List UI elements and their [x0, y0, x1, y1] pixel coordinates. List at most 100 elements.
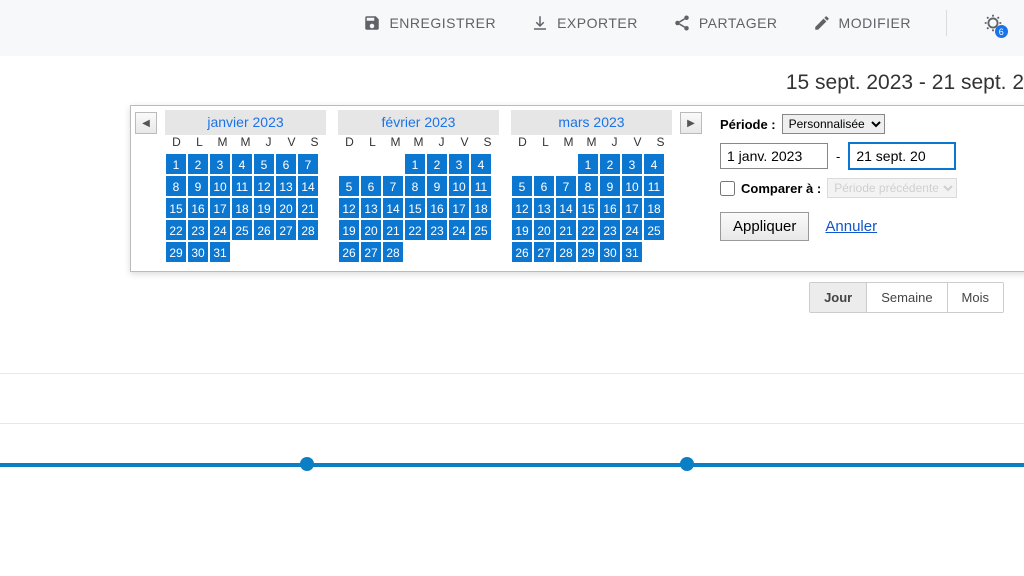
calendar-day[interactable]: 4 — [643, 153, 665, 175]
prev-month-button[interactable]: ◀ — [135, 112, 157, 134]
calendar-day[interactable]: 3 — [209, 153, 231, 175]
calendar-day[interactable]: 12 — [253, 175, 275, 197]
calendar-day[interactable]: 6 — [533, 175, 555, 197]
calendar-day[interactable]: 19 — [338, 219, 360, 241]
calendar-day[interactable]: 17 — [621, 197, 643, 219]
calendar-day[interactable]: 26 — [253, 219, 275, 241]
calendar-day[interactable]: 13 — [360, 197, 382, 219]
calendar-day[interactable]: 15 — [165, 197, 187, 219]
calendar-day[interactable]: 16 — [187, 197, 209, 219]
compare-checkbox[interactable] — [720, 181, 735, 196]
calendar-day[interactable]: 25 — [231, 219, 253, 241]
calendar-day[interactable]: 15 — [577, 197, 599, 219]
calendar-day[interactable]: 13 — [275, 175, 297, 197]
calendar-day[interactable]: 5 — [511, 175, 533, 197]
calendar-day[interactable]: 17 — [209, 197, 231, 219]
date-range-display[interactable]: 15 sept. 2023 - 21 sept. 2 — [0, 71, 1024, 95]
calendar-day[interactable]: 7 — [555, 175, 577, 197]
calendar-day[interactable]: 12 — [338, 197, 360, 219]
calendar-day[interactable]: 1 — [165, 153, 187, 175]
calendar-day[interactable]: 27 — [533, 241, 555, 263]
calendar-day[interactable]: 27 — [275, 219, 297, 241]
calendar-day[interactable]: 21 — [555, 219, 577, 241]
calendar-day[interactable]: 19 — [253, 197, 275, 219]
chart-point[interactable] — [300, 457, 314, 471]
calendar-day[interactable]: 7 — [297, 153, 319, 175]
calendar-day[interactable]: 29 — [165, 241, 187, 263]
calendar-day[interactable]: 20 — [533, 219, 555, 241]
calendar-day[interactable]: 26 — [338, 241, 360, 263]
calendar-day[interactable]: 18 — [231, 197, 253, 219]
calendar-day[interactable]: 2 — [599, 153, 621, 175]
calendar-day[interactable]: 19 — [511, 219, 533, 241]
calendar-day[interactable]: 12 — [511, 197, 533, 219]
calendar-day[interactable]: 16 — [599, 197, 621, 219]
calendar-day[interactable]: 2 — [187, 153, 209, 175]
calendar-day[interactable]: 8 — [165, 175, 187, 197]
period-select[interactable]: Personnalisée — [782, 114, 885, 134]
calendar-day[interactable]: 27 — [360, 241, 382, 263]
calendar-day[interactable]: 4 — [231, 153, 253, 175]
calendar-day[interactable]: 18 — [643, 197, 665, 219]
calendar-day[interactable]: 10 — [209, 175, 231, 197]
calendar-day[interactable]: 28 — [297, 219, 319, 241]
edit-button[interactable]: MODIFIER — [813, 14, 911, 32]
calendar-day[interactable]: 9 — [187, 175, 209, 197]
apply-button[interactable]: Appliquer — [720, 212, 809, 241]
calendar-day[interactable]: 10 — [621, 175, 643, 197]
calendar-day[interactable]: 17 — [448, 197, 470, 219]
calendar-day[interactable]: 26 — [511, 241, 533, 263]
calendar-day[interactable]: 24 — [621, 219, 643, 241]
calendar-day[interactable]: 14 — [382, 197, 404, 219]
calendar-day[interactable]: 31 — [209, 241, 231, 263]
calendar-day[interactable]: 25 — [643, 219, 665, 241]
calendar-day[interactable]: 22 — [165, 219, 187, 241]
calendar-day[interactable]: 9 — [426, 175, 448, 197]
calendar-day[interactable]: 23 — [599, 219, 621, 241]
calendar-day[interactable]: 30 — [599, 241, 621, 263]
calendar-day[interactable]: 1 — [404, 153, 426, 175]
insights-button[interactable]: 6 — [982, 12, 1004, 34]
calendar-day[interactable]: 24 — [448, 219, 470, 241]
calendar-day[interactable]: 28 — [555, 241, 577, 263]
calendar-day[interactable]: 10 — [448, 175, 470, 197]
calendar-day[interactable]: 22 — [577, 219, 599, 241]
chart-point[interactable] — [680, 457, 694, 471]
calendar-day[interactable]: 21 — [382, 219, 404, 241]
calendar-day[interactable]: 4 — [470, 153, 492, 175]
calendar-day[interactable]: 23 — [426, 219, 448, 241]
save-button[interactable]: ENREGISTRER — [363, 14, 496, 32]
start-date-input[interactable] — [720, 143, 828, 169]
calendar-day[interactable]: 5 — [338, 175, 360, 197]
calendar-day[interactable]: 28 — [382, 241, 404, 263]
calendar-day[interactable]: 20 — [275, 197, 297, 219]
calendar-day[interactable]: 8 — [404, 175, 426, 197]
calendar-day[interactable]: 22 — [404, 219, 426, 241]
calendar-day[interactable]: 3 — [448, 153, 470, 175]
calendar-day[interactable]: 2 — [426, 153, 448, 175]
calendar-day[interactable]: 11 — [231, 175, 253, 197]
calendar-day[interactable]: 7 — [382, 175, 404, 197]
granularity-month[interactable]: Mois — [948, 283, 1003, 312]
export-button[interactable]: EXPORTER — [531, 14, 638, 32]
calendar-day[interactable]: 11 — [470, 175, 492, 197]
calendar-day[interactable]: 6 — [275, 153, 297, 175]
calendar-day[interactable]: 21 — [297, 197, 319, 219]
calendar-day[interactable]: 3 — [621, 153, 643, 175]
calendar-day[interactable]: 16 — [426, 197, 448, 219]
calendar-day[interactable]: 24 — [209, 219, 231, 241]
calendar-day[interactable]: 18 — [470, 197, 492, 219]
calendar-day[interactable]: 8 — [577, 175, 599, 197]
calendar-day[interactable]: 31 — [621, 241, 643, 263]
next-month-button[interactable]: ▶ — [680, 112, 702, 134]
calendar-day[interactable]: 30 — [187, 241, 209, 263]
granularity-day[interactable]: Jour — [810, 283, 867, 312]
calendar-day[interactable]: 13 — [533, 197, 555, 219]
end-date-input[interactable] — [848, 142, 956, 170]
granularity-week[interactable]: Semaine — [867, 283, 947, 312]
calendar-day[interactable]: 14 — [297, 175, 319, 197]
calendar-day[interactable]: 6 — [360, 175, 382, 197]
calendar-day[interactable]: 14 — [555, 197, 577, 219]
calendar-day[interactable]: 1 — [577, 153, 599, 175]
calendar-day[interactable]: 5 — [253, 153, 275, 175]
